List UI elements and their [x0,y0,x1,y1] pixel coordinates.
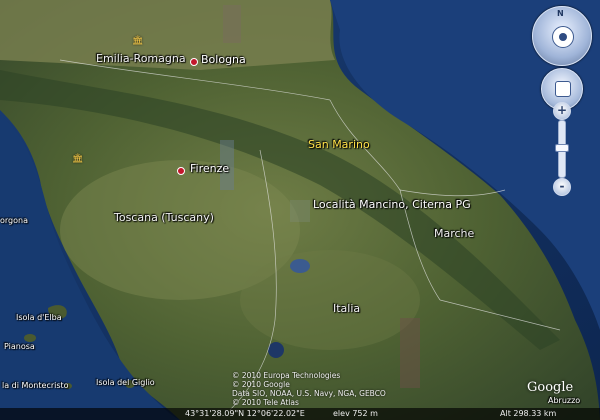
label-marche[interactable]: Marche [434,227,474,240]
label-toscana[interactable]: Toscana (Tuscany) [114,211,214,224]
hand-icon [555,81,571,97]
credit-line: © 2010 Europa Technologies [232,371,341,380]
label-localita-mancino[interactable]: Località Mancino, Citerna PG [313,198,471,211]
credit-line: © 2010 Tele Atlas [232,398,299,407]
look-compass-control[interactable]: N [532,6,592,66]
poi-marker-icon[interactable]: 🏛 [132,36,143,46]
label-isola-giglio[interactable]: Isola del Giglio [96,378,155,387]
label-isola-elba[interactable]: Isola d'Elba [16,313,62,322]
poi-marker-icon[interactable]: 🏛 [72,154,83,164]
label-firenze[interactable]: Firenze [190,162,229,175]
map-view[interactable]: 🏛 🏛 Emilia-Romagna Bologna San Marino Fi… [0,0,600,420]
label-bologna[interactable]: Bologna [201,53,246,66]
city-marker-firenze[interactable] [177,167,185,175]
eye-altitude-readout: Alt 298.33 km [500,409,557,418]
city-marker-bologna[interactable] [190,58,198,66]
zoom-slider[interactable]: + - [553,102,571,196]
pointer-coordinates: 43°31'28.09"N 12°06'22.02"E [185,409,305,418]
credit-line: © 2010 Google [232,380,290,389]
label-emilia-romagna[interactable]: Emilia-Romagna [96,52,186,65]
satellite-imagery [0,0,600,420]
label-abruzzo[interactable]: Abruzzo [548,396,580,405]
zoom-in-button[interactable]: + [553,102,571,120]
eye-icon [552,26,574,48]
zoom-slider-handle[interactable] [555,144,569,152]
label-gorgona[interactable]: orgona [0,216,28,225]
imagery-credits: © 2010 Europa Technologies © 2010 Google… [232,371,386,407]
label-italia[interactable]: Italia [333,302,360,315]
google-logo: Google [527,380,574,395]
status-bar: 43°31'28.09"N 12°06'22.02"E elev 752 m A… [0,408,600,420]
compass-north-label: N [557,9,564,18]
credit-line: Data SIO, NOAA, U.S. Navy, NGA, GEBCO [232,389,386,398]
label-san-marino[interactable]: San Marino [308,138,370,151]
label-montecristo[interactable]: la di Montecristo [2,381,69,390]
elevation-readout: elev 752 m [333,409,378,418]
label-pianosa[interactable]: Pianosa [4,342,35,351]
zoom-out-button[interactable]: - [553,178,571,196]
